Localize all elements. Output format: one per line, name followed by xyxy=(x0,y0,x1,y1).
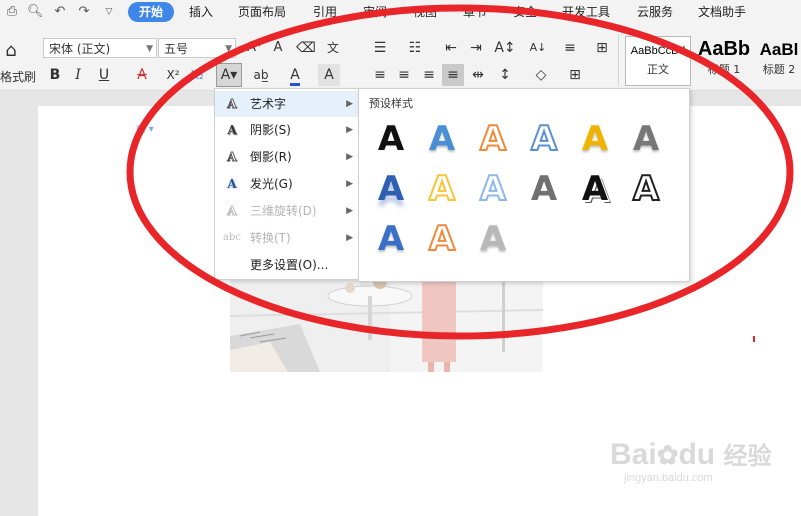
watermark-brand: Bai xyxy=(610,438,657,471)
format-painter-icon[interactable]: ⌂ xyxy=(0,40,22,62)
quick-access-dropdown-icon[interactable]: ▽ xyxy=(101,4,117,20)
watermark-url: jingyan.baidu.com xyxy=(624,472,713,484)
underline-button[interactable]: U xyxy=(93,64,115,86)
italic-button[interactable]: I xyxy=(67,64,89,86)
watermark-cn: 经验 xyxy=(723,443,772,470)
font-name-value: 宋体 (正文) xyxy=(49,42,111,56)
watermark: Bai✿du 经验 jingyan.baidu.com xyxy=(610,438,772,485)
undo-icon[interactable]: ↶ xyxy=(52,4,68,20)
bold-button[interactable]: B xyxy=(44,64,66,86)
format-painter-label[interactable]: 格式刷 xyxy=(0,68,36,85)
watermark-brand-2: du xyxy=(678,438,716,471)
print-icon[interactable]: ⎙ xyxy=(4,4,20,20)
annotation-ellipse xyxy=(126,4,794,340)
paw-icon: ✿ xyxy=(656,440,679,470)
print-preview-icon[interactable]: 🔍︎ xyxy=(27,4,44,20)
redo-icon[interactable]: ↷ xyxy=(76,4,92,20)
